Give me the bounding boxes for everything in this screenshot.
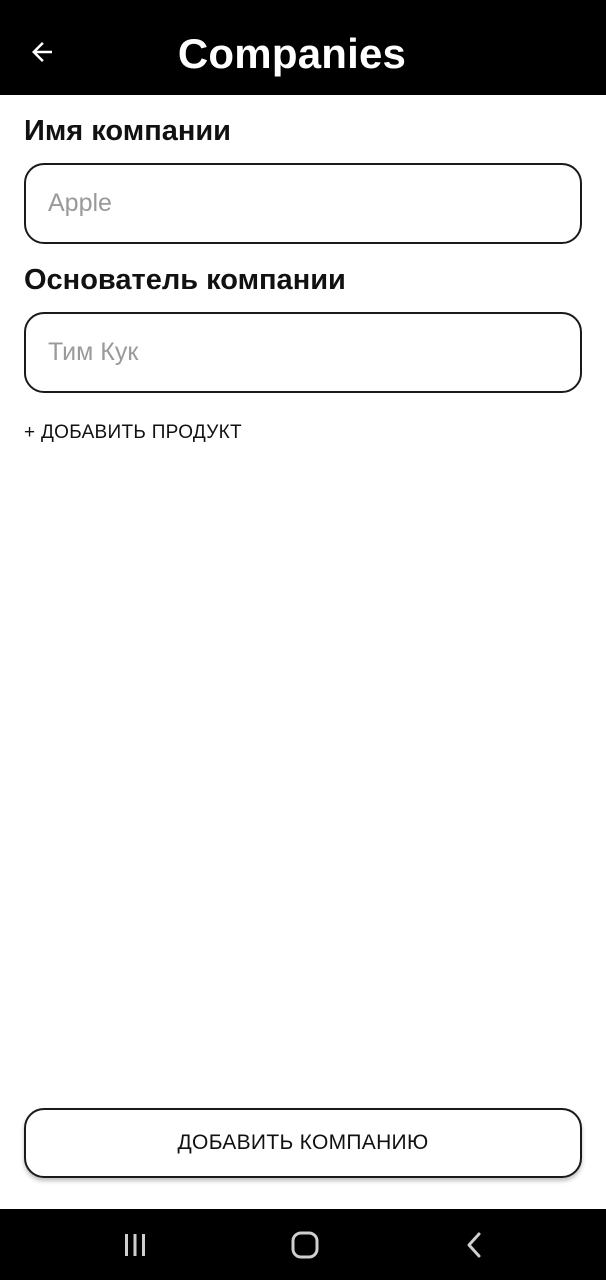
system-nav-bar xyxy=(0,1209,606,1280)
recent-apps-button[interactable] xyxy=(115,1225,155,1265)
add-company-button[interactable]: ДОБАВИТЬ КОМПАНИЮ xyxy=(24,1108,582,1178)
system-back-button[interactable] xyxy=(455,1225,495,1265)
add-company-screen: Companies Имя компании Основатель компан… xyxy=(0,0,606,1280)
company-founder-field[interactable] xyxy=(24,312,582,393)
page-title: Companies xyxy=(177,30,407,77)
company-founder-input[interactable] xyxy=(48,338,580,367)
home-button[interactable] xyxy=(285,1225,325,1265)
recent-apps-icon xyxy=(125,1234,145,1256)
add-product-button[interactable]: + ДОБАВИТЬ ПРОДУКТ xyxy=(24,420,242,446)
app-bar: Companies xyxy=(0,0,606,95)
company-name-field[interactable] xyxy=(24,163,582,244)
back-chevron-icon xyxy=(467,1232,481,1258)
company-name-input[interactable] xyxy=(48,189,580,218)
company-founder-label: Основатель компании xyxy=(24,264,346,296)
home-icon xyxy=(291,1231,319,1259)
company-name-label: Имя компании xyxy=(24,115,232,147)
